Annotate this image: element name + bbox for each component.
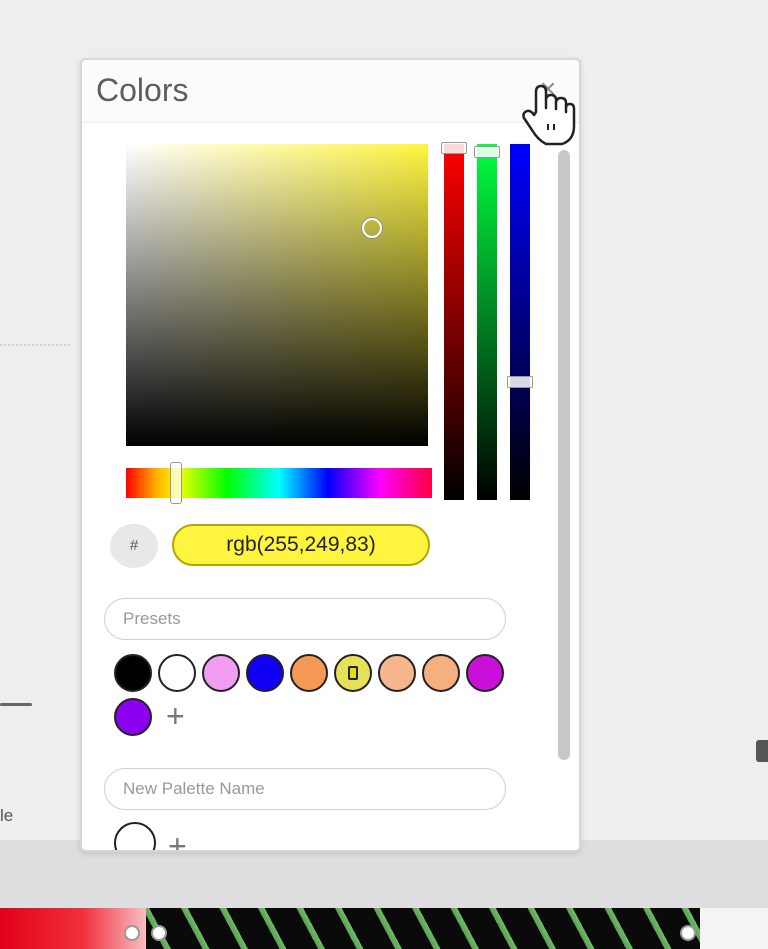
new-palette-swatch[interactable] <box>114 822 156 850</box>
gradient-stop-handle[interactable] <box>124 925 140 941</box>
gradient-stop-handle[interactable] <box>680 925 696 941</box>
panel-header: Colors × <box>82 60 579 123</box>
background-label: le <box>0 806 14 825</box>
saturation-value-picker[interactable] <box>126 144 428 446</box>
green-channel-slider[interactable] <box>474 144 500 500</box>
color-value-input[interactable]: rgb(255,249,83) <box>172 524 430 566</box>
panel-title: Colors <box>96 72 189 108</box>
background-tool-icon[interactable] <box>756 740 768 762</box>
hue-slider[interactable] <box>126 462 432 504</box>
add-preset-icon[interactable]: + <box>166 700 185 732</box>
preset-swatch[interactable] <box>334 654 372 692</box>
hue-slider-handle[interactable] <box>170 462 182 504</box>
preset-swatch[interactable] <box>422 654 460 692</box>
preset-swatch[interactable] <box>158 654 196 692</box>
preset-swatch[interactable] <box>202 654 240 692</box>
blue-slider-handle[interactable] <box>507 376 533 388</box>
colors-panel: Colors × # rgb(255,249,83) Presets + New… <box>80 58 581 852</box>
preset-swatch[interactable] <box>466 654 504 692</box>
preset-swatch[interactable] <box>114 698 152 736</box>
gradient-stop-handle[interactable] <box>151 925 167 941</box>
blue-channel-slider[interactable] <box>507 144 533 500</box>
preset-swatch[interactable] <box>246 654 284 692</box>
background-dotted-line <box>0 344 70 346</box>
desktop: le Colors × # rgb(255,249,83) Presets + … <box>0 0 768 949</box>
background-slider[interactable] <box>0 703 32 706</box>
new-palette-name-input[interactable]: New Palette Name <box>104 768 506 810</box>
hand-pointer-icon <box>522 84 576 146</box>
red-channel-slider[interactable] <box>441 142 467 500</box>
pattern-segment[interactable] <box>146 908 700 949</box>
red-slider-handle[interactable] <box>441 142 467 154</box>
green-slider-handle[interactable] <box>474 146 500 158</box>
hex-toggle-button[interactable]: # <box>110 524 158 568</box>
add-palette-icon[interactable]: + <box>168 830 187 850</box>
picker-handle[interactable] <box>362 218 382 238</box>
panel-scrollbar[interactable] <box>558 150 570 760</box>
preset-swatch[interactable] <box>290 654 328 692</box>
presets-select[interactable]: Presets <box>104 598 506 640</box>
gradient-strip <box>0 908 768 949</box>
preset-swatch[interactable] <box>114 654 152 692</box>
preset-swatch[interactable] <box>378 654 416 692</box>
